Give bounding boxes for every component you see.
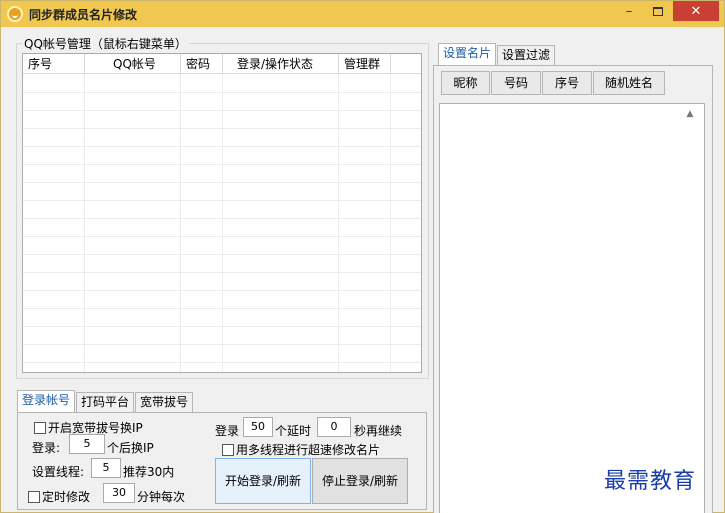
title-bar: 同步群成员名片修改 – ✕ xyxy=(1,1,724,27)
table-row[interactable] xyxy=(23,326,421,327)
login-count-input[interactable]: 5 xyxy=(69,434,105,454)
checkbox-box[interactable] xyxy=(28,491,40,503)
table-column-line xyxy=(223,74,339,372)
window-title: 同步群成员名片修改 xyxy=(29,8,138,22)
insert-nickname-button[interactable]: 昵称 xyxy=(441,71,490,95)
checkbox-box[interactable] xyxy=(34,422,46,434)
main-window: 同步群成员名片修改 – ✕ QQ帐号管理（鼠标右键菜单） 序号 QQ帐号 密码 … xyxy=(0,0,725,513)
insert-index-button[interactable]: 序号 xyxy=(542,71,592,95)
table-row[interactable] xyxy=(23,344,421,345)
start-login-button[interactable]: 开始登录/刷新 xyxy=(215,458,311,504)
watermark-text: 最需教育 xyxy=(604,469,697,494)
table-row[interactable] xyxy=(23,110,421,111)
threads-hint: 推荐30内 xyxy=(123,465,175,479)
insert-number-button[interactable]: 号码 xyxy=(491,71,541,95)
login-count-label: 登录: xyxy=(32,441,61,455)
column-header-status[interactable]: 登录/操作状态 xyxy=(223,54,339,74)
table-row[interactable] xyxy=(23,272,421,273)
table-row[interactable] xyxy=(23,182,421,183)
tab-broadband-dial[interactable]: 宽带拔号 xyxy=(135,392,194,412)
table-row[interactable] xyxy=(23,146,421,147)
scroll-up-icon[interactable]: ▲ xyxy=(683,107,697,121)
tab-captcha-platform[interactable]: 打码平台 xyxy=(76,392,135,412)
checkbox-box[interactable] xyxy=(222,444,234,456)
column-header-password[interactable]: 密码 xyxy=(181,54,223,74)
delay-suffix: 秒再继续 xyxy=(354,424,403,438)
close-button[interactable]: ✕ xyxy=(673,1,719,21)
account-group-title: QQ帐号管理（鼠标右键菜单） xyxy=(22,35,189,52)
table-column-line xyxy=(23,74,85,372)
multithread-checkbox[interactable]: 用多线程进行超速修改名片 xyxy=(222,441,380,458)
tab-login-account[interactable]: 登录帐号 xyxy=(17,390,76,412)
table-column-line xyxy=(181,74,223,372)
table-column-line xyxy=(391,74,421,372)
timed-interval-suffix: 分钟每次 xyxy=(137,490,186,504)
maximize-icon xyxy=(653,6,663,16)
table-header: 序号 QQ帐号 密码 登录/操作状态 管理群 xyxy=(23,54,421,74)
table-row[interactable] xyxy=(23,308,421,309)
table-row[interactable] xyxy=(23,200,421,201)
timed-modify-checkbox[interactable]: 定时修改 xyxy=(28,488,90,505)
delay-input[interactable]: 0 xyxy=(317,417,351,437)
insert-random-name-button[interactable]: 随机姓名 xyxy=(593,71,665,95)
threads-input[interactable]: 5 xyxy=(91,458,121,478)
account-table[interactable]: 序号 QQ帐号 密码 登录/操作状态 管理群 xyxy=(22,53,422,373)
login-count-suffix: 个后换IP xyxy=(107,441,154,455)
table-row[interactable] xyxy=(23,128,421,129)
bottom-tab-strip: 登录帐号 打码平台 宽带拔号 xyxy=(17,390,194,412)
table-row[interactable] xyxy=(23,254,421,255)
minimize-button[interactable]: – xyxy=(615,1,643,21)
table-row[interactable] xyxy=(23,362,421,363)
table-column-line xyxy=(339,74,391,372)
column-header-qq[interactable]: QQ帐号 xyxy=(85,54,181,74)
app-logo-icon xyxy=(7,6,23,22)
table-row[interactable] xyxy=(23,218,421,219)
table-column-line xyxy=(85,74,181,372)
card-template-textarea[interactable] xyxy=(439,103,705,513)
delay-label: 个延时 xyxy=(275,424,312,438)
batch-size-input[interactable]: 50 xyxy=(243,417,273,437)
table-row[interactable] xyxy=(23,92,421,93)
batch-label: 登录 xyxy=(215,424,240,438)
stop-login-button[interactable]: 停止登录/刷新 xyxy=(312,458,408,504)
threads-label: 设置线程: xyxy=(32,465,85,479)
maximize-button[interactable] xyxy=(644,1,672,21)
column-header-index[interactable]: 序号 xyxy=(23,54,85,74)
column-header-groups[interactable]: 管理群 xyxy=(339,54,391,74)
timed-interval-input[interactable]: 30 xyxy=(103,483,135,503)
right-tab-strip: 设置名片 设置过滤 xyxy=(438,43,556,65)
table-row[interactable] xyxy=(23,290,421,291)
tab-set-card[interactable]: 设置名片 xyxy=(438,43,497,65)
tab-set-filter[interactable]: 设置过滤 xyxy=(497,45,556,65)
table-row[interactable] xyxy=(23,236,421,237)
table-row[interactable] xyxy=(23,164,421,165)
